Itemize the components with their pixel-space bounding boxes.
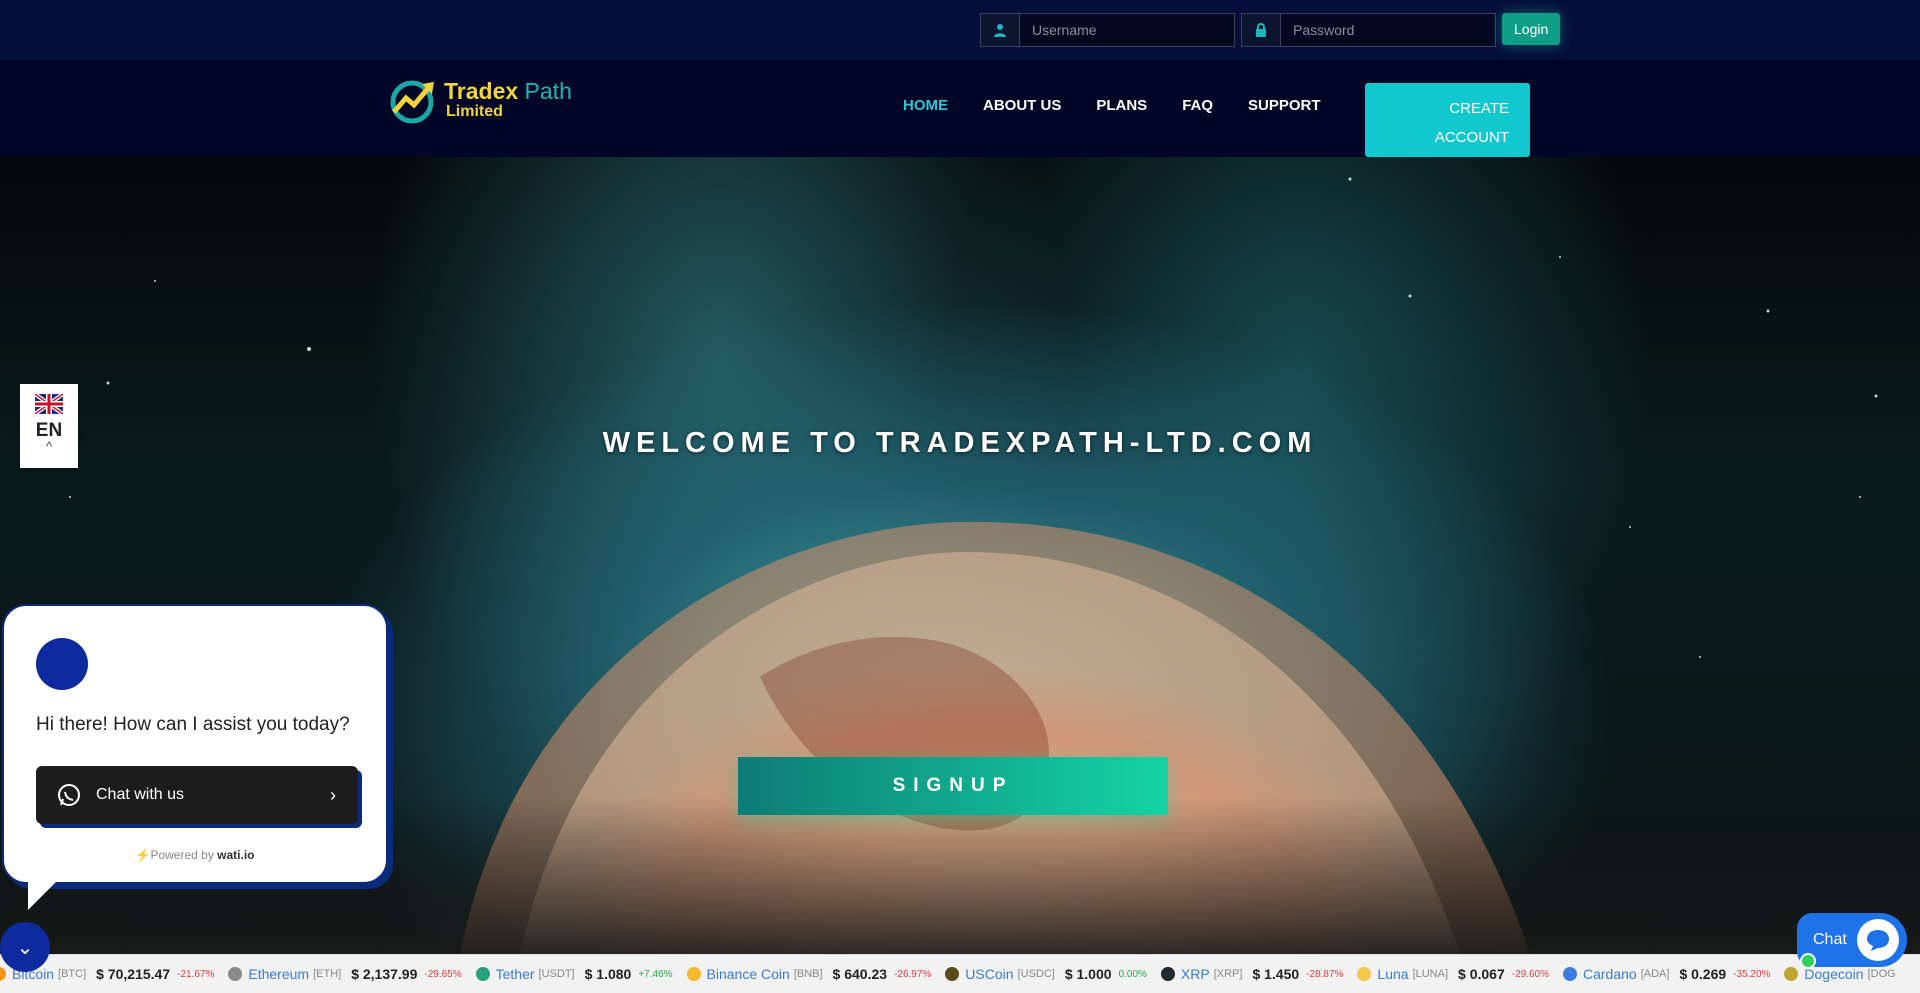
coin-symbol: [BTC] [58,968,87,980]
chat-bubble-icon [1857,919,1899,961]
chat-with-us-button[interactable]: Chat with us › [36,766,358,824]
coin-change: 0.00% [1118,968,1147,980]
lightning-icon: ⚡ [135,848,151,862]
ticker-item[interactable]: Ethereum [ETH] $ 2,137.99 -29.65% [228,966,462,982]
powered-by-brand[interactable]: wati.io [217,848,254,862]
coin-icon [686,967,701,981]
coin-change: -29.65% [424,968,462,980]
nav-faq[interactable]: FAQ [1182,97,1213,114]
powered-by-prefix: Powered by [150,848,218,862]
chat-popup: Hi there! How can I assist you today? Ch… [2,604,388,884]
coin-name: Luna [1377,966,1409,982]
coin-name: Dogecoin [1804,966,1864,982]
coin-change: -26.97% [894,968,932,980]
ticker-item[interactable]: USCoin [USDC] $ 1.000 0.00% [945,966,1147,982]
nav-home[interactable]: HOME [903,97,948,114]
coin-price: $ 2,137.99 [351,966,418,982]
online-status-dot [1800,953,1816,969]
lock-icon [1242,14,1281,46]
user-icon [981,14,1020,46]
coin-symbol: [LUNA] [1412,968,1449,980]
coin-name: Tether [495,966,535,982]
brand-logo[interactable]: Tradex Path Limited [388,76,572,124]
coin-symbol: [USDT] [538,968,575,980]
chat-greeting: Hi there! How can I assist you today? [36,714,350,735]
coin-symbol: [DOG [1867,968,1896,980]
coin-symbol: [BNB] [793,968,823,980]
language-switcher[interactable]: EN ^ [20,384,78,468]
coin-name: Ethereum [248,966,310,982]
ticker-item[interactable]: Luna [LUNA] $ 0.067 -29.60% [1357,966,1549,982]
coin-symbol: [XRP] [1213,968,1243,980]
brand-name: Tradex [444,78,519,104]
nav-menu: HOME ABOUT US PLANS FAQ SUPPORT [903,97,1321,114]
avatar [36,638,88,690]
coin-symbol: [ADA] [1640,968,1670,980]
chat-with-us-label: Chat with us [96,786,185,803]
chat-popup-tail [28,876,62,910]
ticker-item[interactable]: Cardano [ADA] $ 0.269 -35.20% [1563,966,1770,982]
brand-name-secondary: Path [518,78,572,104]
crypto-price-ticker: Bitcoin [BTC] $ 70,215.47 -21.67% Ethereum [E… [0,954,1920,993]
coin-price: $ 640.23 [832,966,888,982]
login-form: Login [980,13,1561,47]
coin-price: $ 1.080 [584,966,632,982]
nav-about-us[interactable]: ABOUT US [983,97,1061,114]
coin-price: $ 0.269 [1679,966,1727,982]
chevron-right-icon: › [330,784,336,805]
chevron-up-icon: ^ [45,439,53,454]
coin-icon [1563,967,1577,981]
chat-toggle-button[interactable]: ⌄ [0,922,50,972]
uk-flag-icon [33,392,65,416]
powered-by: ⚡Powered by wati.io [4,848,386,862]
coin-change: +7.46% [638,968,673,980]
ticker-item[interactable]: XRP [XRP] $ 1.450 -28.87% [1160,966,1344,982]
coin-icon [0,967,6,981]
coin-symbol: [USDC] [1017,968,1055,980]
create-account-line2: ACCOUNT [1434,129,1509,146]
ticker-item[interactable]: Binance Coin [BNB] $ 640.23 -26.97% [686,966,932,982]
signup-button[interactable]: SIGNUP [738,757,1168,815]
username-input[interactable] [1020,14,1234,46]
coin-price: $ 70,215.47 [96,966,171,982]
ticker-item[interactable]: Dogecoin [DOG [1784,966,1912,982]
hero-title: WELCOME TO TRADEXPATH-LTD.COM [602,427,1318,459]
coin-name: Cardano [1583,966,1637,982]
coin-change: -29.60% [1511,968,1549,980]
top-login-bar: Login [0,0,1920,60]
coin-icon [945,967,960,981]
ticker-track: Bitcoin [BTC] $ 70,215.47 -21.67% Ethereum [E… [0,966,1920,982]
create-account-button[interactable]: CREATE ACCOUNT [1365,83,1530,157]
coin-name: USCoin [965,966,1014,982]
coin-symbol: [ETH] [313,968,342,980]
coin-price: $ 1.000 [1064,966,1112,982]
nav-support[interactable]: SUPPORT [1248,97,1321,114]
chart-arrow-logo-icon [390,80,434,124]
coin-icon [1357,967,1372,981]
chevron-down-icon: ⌄ [16,936,34,959]
coin-change: -35.20% [1733,968,1771,980]
coin-change: -21.67% [177,968,215,980]
coin-name: Binance Coin [706,966,790,982]
coin-icon [1784,967,1799,981]
coin-icon [475,967,490,981]
username-field-group [980,13,1235,47]
brand-subtitle: Limited [446,103,503,120]
login-button[interactable]: Login [1502,13,1561,45]
coin-name: XRP [1180,966,1210,982]
create-account-line1: CREATE [1449,100,1509,117]
password-field-group [1241,13,1496,47]
coin-change: -28.87% [1306,968,1344,980]
chat-launcher-label: Chat [1813,931,1847,948]
coin-icon [1160,967,1175,981]
password-input[interactable] [1281,14,1495,46]
nav-plans[interactable]: PLANS [1096,97,1147,114]
ticker-item[interactable]: Tether [USDT] $ 1.080 +7.46% [475,966,673,982]
coin-icon [228,967,243,981]
coin-price: $ 0.067 [1458,966,1505,982]
whatsapp-icon [58,784,80,806]
coin-price: $ 1.450 [1252,966,1300,982]
